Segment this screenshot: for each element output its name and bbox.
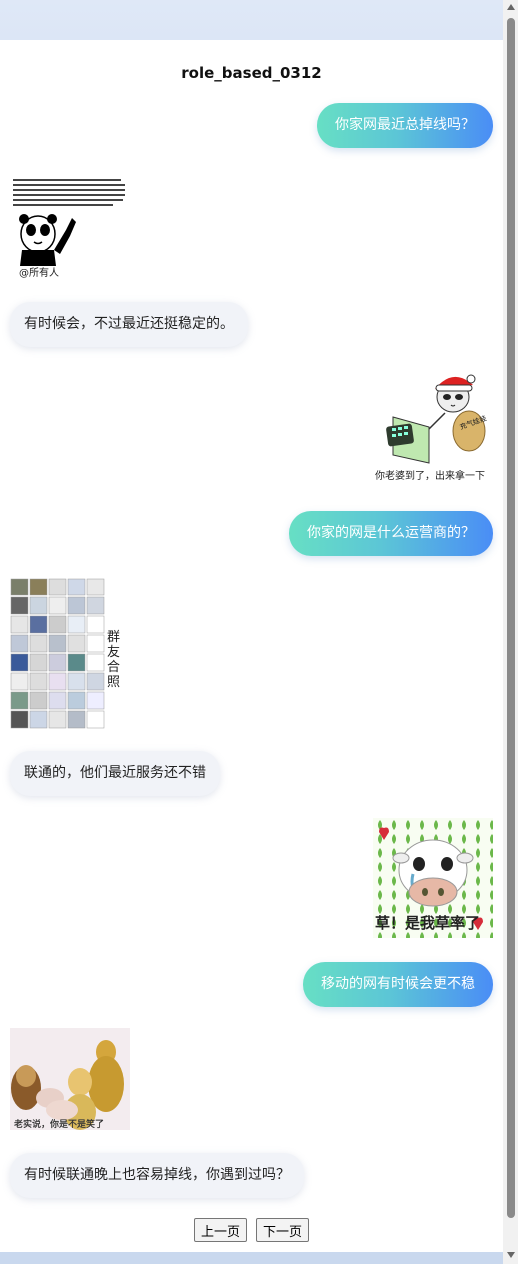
buddha-statues-sticker: 老实说，你是不是笑了 <box>10 1028 130 1130</box>
router-collage-sticker: 群 友 合 照 <box>10 577 122 729</box>
scroll-thumb[interactable] <box>507 18 515 1218</box>
message-bubble-user: 你家网最近总掉线吗？ <box>317 103 493 148</box>
vertical-scrollbar[interactable] <box>503 0 518 1264</box>
page-title: role_based_0312 <box>181 64 322 82</box>
message-bubble-user: 移动的网有时候会更不稳 <box>303 962 493 1007</box>
panda-meme-sticker: @所有人 <box>10 170 128 282</box>
santa-panda-sticker: 充气娃娃 你老婆到了，出来拿一下 <box>373 367 493 485</box>
prev-page-button[interactable]: 上一页 <box>193 1218 247 1242</box>
chat-page: role_based_0312 你家网最近总掉线吗？ @所有人 有时候会，不过最… <box>0 40 503 1252</box>
crying-cow-sticker: 草！是我草率了 <box>373 818 493 938</box>
scroll-up-arrow-icon[interactable] <box>507 4 515 10</box>
message-bubble-assistant: 有时候联通晚上也容易掉线，你遇到过吗？ <box>10 1153 304 1198</box>
sticker-caption: 你老婆到了，出来拿一下 <box>375 469 485 482</box>
bottom-band <box>0 1252 503 1264</box>
scroll-down-arrow-icon[interactable] <box>507 1252 515 1258</box>
next-page-button[interactable]: 下一页 <box>256 1218 310 1242</box>
message-bubble-assistant: 联通的，他们最近服务还不错 <box>10 751 220 796</box>
sticker-caption: 草！是我草率了 <box>375 914 480 932</box>
sticker-caption: 老实说，你是不是笑了 <box>14 1118 104 1130</box>
sticker-caption: @所有人 <box>19 266 59 279</box>
pagination: 上一页 下一页 <box>0 1218 503 1242</box>
message-bubble-assistant: 有时候会，不过最近还挺稳定的。 <box>10 302 248 347</box>
collage-side-text: 群 友 合 照 <box>107 630 122 690</box>
message-bubble-user: 你家的网是什么运营商的？ <box>289 511 493 556</box>
